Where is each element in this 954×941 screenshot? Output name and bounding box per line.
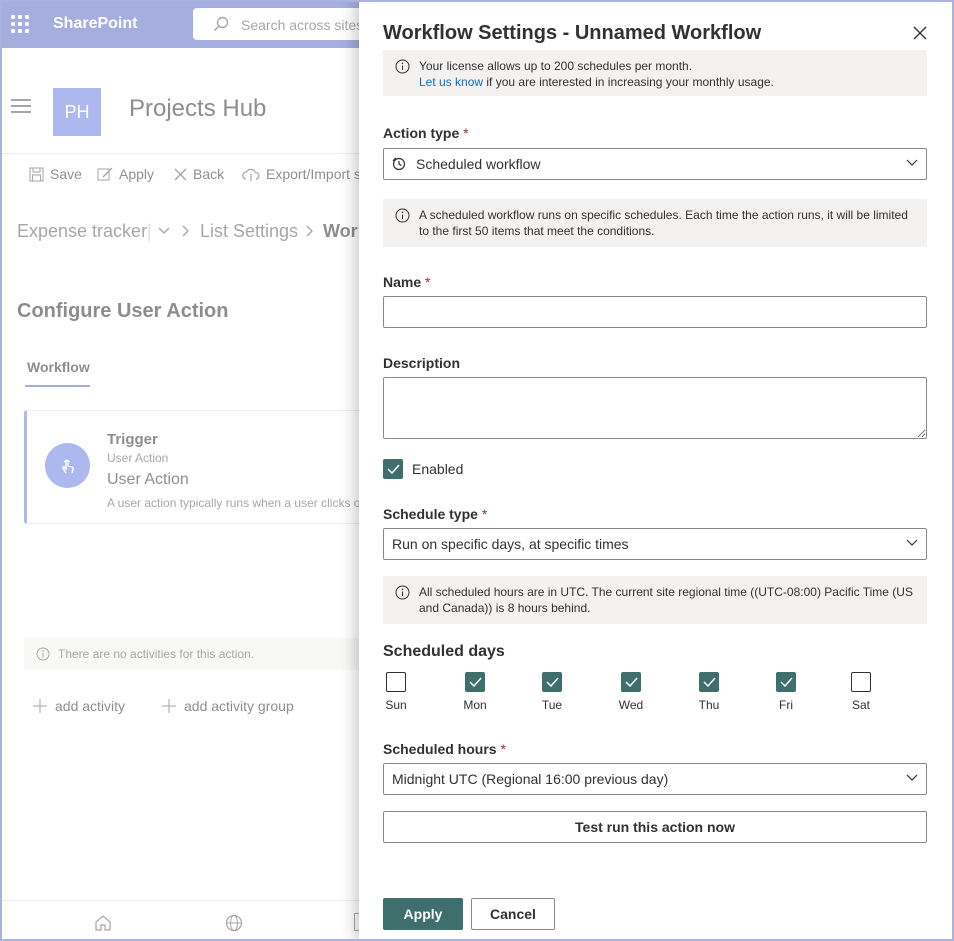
day-checkbox[interactable]	[699, 672, 719, 692]
schedule-type-label: Schedule type *	[383, 506, 487, 522]
chevron-down-icon	[906, 774, 918, 781]
checkmark-icon	[386, 464, 400, 474]
day-wed[interactable]: Wed	[611, 672, 651, 712]
required-mark: *	[500, 741, 506, 757]
action-info-bar: A scheduled workflow runs on specific sc…	[383, 199, 927, 247]
day-fri[interactable]: Fri	[766, 672, 806, 712]
day-checkbox[interactable]	[776, 672, 796, 692]
schedule-type-label-text: Schedule type	[383, 506, 478, 522]
license-info-bar: Your license allows up to 200 schedules …	[383, 50, 927, 96]
day-checkbox[interactable]	[621, 672, 641, 692]
description-textarea[interactable]	[383, 377, 927, 439]
required-mark: *	[463, 125, 469, 141]
scheduled-hours-dropdown[interactable]: Midnight UTC (Regional 16:00 previous da…	[383, 763, 927, 795]
day-thu[interactable]: Thu	[689, 672, 729, 712]
name-label-text: Name	[383, 274, 422, 290]
day-label: Mon	[463, 698, 487, 712]
schedule-type-value: Run on specific days, at specific times	[392, 536, 629, 552]
apply-button[interactable]: Apply	[383, 898, 463, 930]
day-label: Sun	[385, 698, 407, 712]
test-run-button[interactable]: Test run this action now	[383, 811, 927, 843]
workflow-settings-panel: Workflow Settings - Unnamed Workflow You…	[359, 0, 954, 941]
action-type-label-text: Action type	[383, 125, 460, 141]
license-line-2: Let us know if you are interested in inc…	[419, 74, 915, 90]
day-checkbox[interactable]	[851, 672, 871, 692]
enabled-row[interactable]: Enabled	[383, 459, 463, 479]
required-mark: *	[481, 506, 488, 522]
checkmark-icon	[468, 677, 482, 687]
day-label: Sat	[851, 698, 870, 712]
required-mark: *	[425, 274, 431, 290]
enabled-checkbox[interactable]	[383, 459, 403, 479]
scheduled-days-label: Scheduled days	[383, 643, 505, 660]
description-label: Description	[383, 355, 461, 371]
day-tue[interactable]: Tue	[532, 672, 572, 712]
scheduled-hours-value: Midnight UTC (Regional 16:00 previous da…	[392, 771, 669, 787]
let-us-know-link[interactable]: Let us know	[419, 75, 483, 89]
schedule-info-text: All scheduled hours are in UTC. The curr…	[419, 585, 913, 615]
day-label: Fri	[779, 698, 793, 712]
action-type-value: Scheduled workflow	[416, 156, 541, 172]
name-input[interactable]	[383, 296, 927, 328]
action-type-label: Action type *	[383, 125, 469, 141]
day-label: Wed	[618, 698, 644, 712]
license-line-2-text: if you are interested in increasing your…	[483, 75, 774, 89]
chevron-down-icon	[906, 539, 918, 546]
name-label: Name *	[383, 274, 430, 290]
scheduled-hours-label-text: Scheduled hours	[383, 741, 497, 757]
checkmark-icon	[702, 677, 716, 687]
info-icon	[395, 59, 410, 74]
chevron-down-icon	[906, 159, 918, 166]
panel-title: Workflow Settings - Unnamed Workflow	[383, 22, 762, 44]
day-checkbox[interactable]	[386, 672, 406, 692]
day-sat[interactable]: Sat	[841, 672, 881, 712]
schedule-icon	[392, 157, 406, 171]
day-label: Tue	[541, 698, 563, 712]
schedule-info-bar: All scheduled hours are in UTC. The curr…	[383, 576, 927, 624]
info-icon	[395, 585, 410, 600]
action-type-dropdown[interactable]: Scheduled workflow	[383, 148, 927, 180]
close-icon[interactable]	[911, 24, 929, 42]
day-checkbox[interactable]	[542, 672, 562, 692]
action-info-text: A scheduled workflow runs on specific sc…	[419, 208, 908, 238]
scheduled-hours-label: Scheduled hours *	[383, 741, 506, 757]
day-label: Thu	[698, 698, 720, 712]
enabled-label: Enabled	[412, 461, 464, 477]
license-line: Your license allows up to 200 schedules …	[419, 59, 693, 73]
checkmark-icon	[624, 677, 638, 687]
day-checkbox[interactable]	[465, 672, 485, 692]
day-sun[interactable]: Sun	[376, 672, 416, 712]
info-icon	[395, 208, 410, 223]
checkmark-icon	[545, 677, 559, 687]
schedule-type-dropdown[interactable]: Run on specific days, at specific times	[383, 528, 927, 560]
checkmark-icon	[779, 677, 793, 687]
cancel-button[interactable]: Cancel	[471, 898, 555, 930]
day-mon[interactable]: Mon	[455, 672, 495, 712]
